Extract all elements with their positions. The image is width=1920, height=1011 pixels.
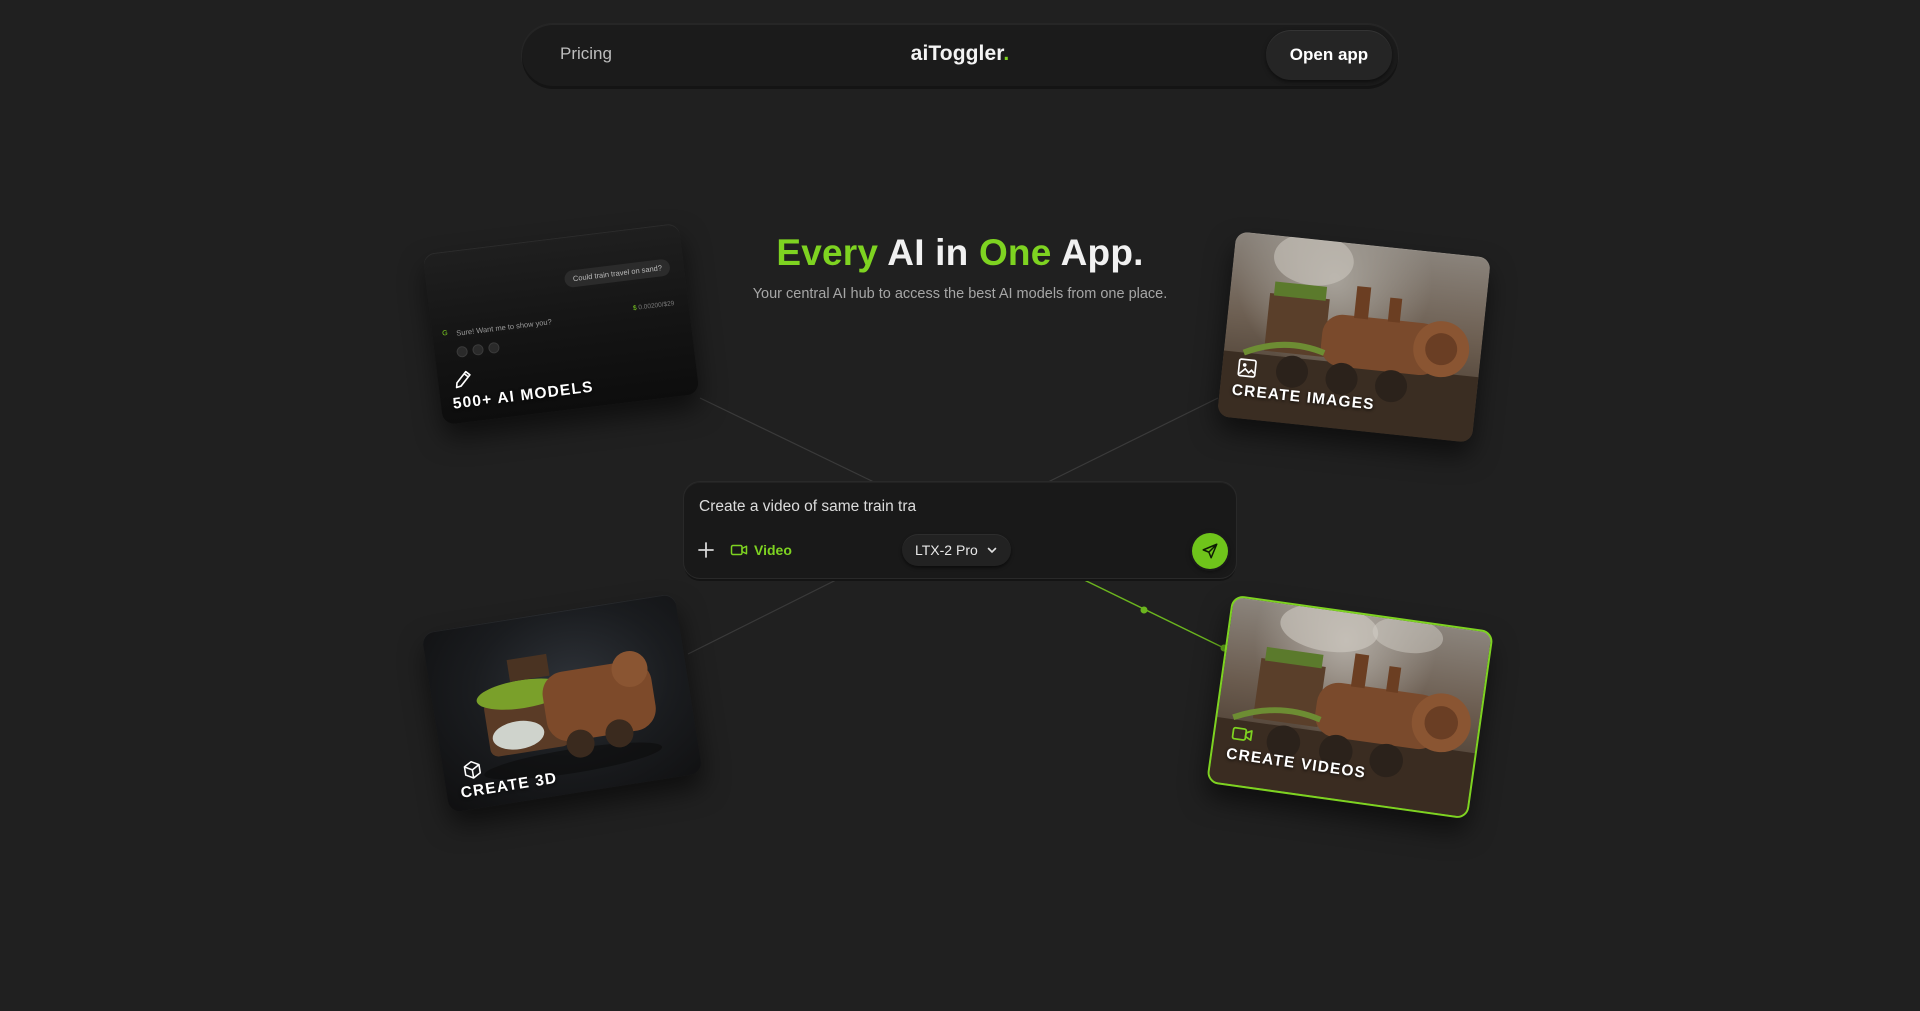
- hero-title-one: One: [978, 232, 1052, 273]
- card-create-videos[interactable]: CREATE VIDEOS: [1206, 594, 1494, 820]
- chat-cost: $ 0.00200/$29: [633, 300, 675, 312]
- brand-logo[interactable]: aiToggler.: [911, 42, 1010, 66]
- mode-selector-video[interactable]: Video: [730, 540, 792, 560]
- chat-actions: [456, 341, 501, 358]
- card-create-3d[interactable]: CREATE 3D: [421, 593, 703, 813]
- send-icon: [1202, 543, 1218, 559]
- add-attachment-button[interactable]: [696, 540, 716, 560]
- model-dropdown[interactable]: LTX-2 Pro: [902, 534, 1011, 566]
- open-app-button[interactable]: Open app: [1266, 30, 1392, 80]
- hero-title-app: App.: [1051, 232, 1144, 273]
- video-camera-icon: [1231, 726, 1253, 741]
- hero-title-every: Every: [776, 232, 879, 273]
- card-create-images[interactable]: CREATE IMAGES: [1216, 231, 1492, 443]
- chat-assistant-message: Sure! Want me to show you?: [455, 317, 553, 338]
- landing-page: Pricing aiToggler. Open app Every AI in …: [0, 0, 1920, 1011]
- prompt-composer: Create a video of same train tra Video L…: [684, 482, 1236, 578]
- connector-3d: [687, 573, 849, 655]
- model-dropdown-label: LTX-2 Pro: [915, 542, 978, 558]
- brand-name: aiToggler: [910, 42, 1004, 65]
- copy-icon: [456, 345, 469, 358]
- pencil-icon: [455, 370, 471, 389]
- image-icon: [1237, 358, 1257, 378]
- prompt-input[interactable]: Create a video of same train tra: [699, 498, 916, 516]
- card-ai-models[interactable]: Could train travel on sand? G Sure! Want…: [422, 222, 700, 426]
- chat-user-message: Could train travel on sand?: [563, 258, 671, 289]
- mode-label: Video: [754, 542, 792, 558]
- plus-icon: [698, 542, 714, 558]
- train-video-thumbnail: [1208, 603, 1475, 818]
- connector-images: [1043, 397, 1219, 485]
- hero-title: Every AI in One App.: [0, 232, 1920, 274]
- pricing-link[interactable]: Pricing: [560, 44, 612, 64]
- refresh-icon: [471, 343, 485, 356]
- connector-videos: [1071, 573, 1227, 650]
- cube-icon: [463, 760, 482, 779]
- chevron-down-icon: [987, 547, 997, 554]
- hero-title-ai-in: AI in: [878, 232, 979, 273]
- video-camera-icon: [730, 544, 748, 556]
- hero-subtitle: Your central AI hub to access the best A…: [752, 286, 1168, 302]
- brand-dot: .: [1003, 42, 1010, 65]
- bookmark-icon: [487, 341, 501, 354]
- send-button[interactable]: [1192, 533, 1228, 569]
- connector-videos-dot: [1140, 606, 1148, 614]
- connector-models: [699, 397, 879, 485]
- chat-cost-value: 0.00200/$29: [638, 300, 675, 312]
- top-nav: Pricing aiToggler. Open app: [522, 24, 1398, 86]
- chat-model-icon: G: [441, 329, 449, 338]
